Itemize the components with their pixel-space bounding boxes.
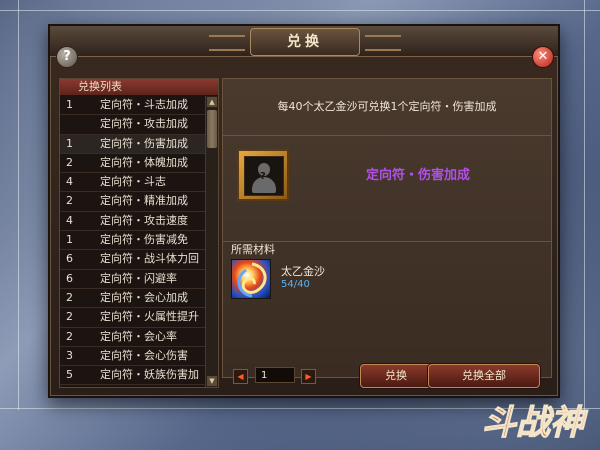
list-item-count: 2 bbox=[66, 194, 73, 208]
list-item-name: 定向符・闪避率 bbox=[100, 271, 177, 285]
list-item[interactable]: 2 定向符・精准加成 bbox=[60, 192, 206, 212]
list-item-count: 1 bbox=[66, 98, 73, 111]
close-button[interactable]: ✕ bbox=[532, 46, 554, 68]
quantity-pager: ◀ 1 ▶ bbox=[233, 366, 363, 386]
list-item[interactable]: 1 定向符・伤害加成 bbox=[60, 134, 206, 154]
list-item-name: 定向符・攻击加成 bbox=[100, 117, 188, 131]
list-item[interactable]: 6 定向符・闪避率 bbox=[60, 270, 206, 289]
list-item-name: 定向符・会心伤害 bbox=[100, 348, 188, 362]
list-item-name: 定向符・伤害加成 bbox=[100, 136, 188, 150]
list-item-count: 2 bbox=[66, 155, 73, 169]
exchange-list: 1 定向符・斗志加成 定向符・攻击加成 1 定向符・伤害加成 2 定向符・体魄加成 4 定向符・… bbox=[60, 96, 206, 387]
list-item-name: 定向符・攻击速度 bbox=[100, 213, 188, 227]
list-item[interactable]: 2 定向符・会心加成 bbox=[60, 289, 206, 309]
list-item[interactable]: 4 定向符・斗志 bbox=[60, 173, 206, 193]
list-item[interactable]: 定向符・攻击加成 bbox=[60, 115, 206, 135]
list-item-count: 1 bbox=[66, 136, 73, 150]
material-count: 54/40 bbox=[281, 279, 310, 290]
list-item-count: 4 bbox=[66, 175, 73, 189]
list-item-count: 1 bbox=[66, 233, 73, 247]
list-item-count: 2 bbox=[66, 310, 73, 324]
list-item-name: 定向符・战斗体力回 bbox=[100, 252, 199, 266]
list-item[interactable]: 5 定向符・妖族伤害加 bbox=[60, 366, 206, 386]
exchange-window: 兑换 ? ✕ 兑换列表 1 定向符・斗志加成 定向符・攻击加成 1 定向符・伤害加成 2 定… bbox=[48, 24, 560, 398]
list-item-name: 定向符・精准加成 bbox=[100, 194, 188, 208]
help-button[interactable]: ? bbox=[56, 46, 78, 68]
list-item[interactable]: 6 定向符・战斗体力回 bbox=[60, 250, 206, 270]
list-item-count: 6 bbox=[66, 271, 73, 285]
title-bar[interactable]: 兑换 bbox=[50, 26, 558, 57]
scroll-thumb[interactable] bbox=[207, 110, 217, 148]
list-item-name: 定向符・会心加成 bbox=[100, 290, 188, 304]
list-item[interactable]: 2 定向符・火属性提升 bbox=[60, 308, 206, 328]
reward-item-slot[interactable]: ? bbox=[237, 149, 289, 201]
list-item-name: 定向符・会心率 bbox=[100, 329, 177, 343]
taiyi-golden-sand-icon[interactable] bbox=[231, 259, 271, 299]
list-item-name: 定向符・体魄加成 bbox=[100, 155, 188, 169]
list-item-count: 2 bbox=[66, 385, 80, 387]
list-item-count: 2 bbox=[66, 329, 73, 343]
list-item[interactable]: 1 定向符・伤害减免 bbox=[60, 231, 206, 251]
list-item-name: 定向符・妖族伤害加 bbox=[100, 368, 199, 382]
unknown-item-icon: ? bbox=[244, 156, 284, 196]
list-item[interactable]: 1 定向符・斗志加成 bbox=[60, 96, 206, 116]
list-item-name: 定向符・斗志加成 bbox=[100, 98, 188, 111]
list-item-count: 5 bbox=[66, 368, 73, 382]
game-logo: 斗战神 bbox=[481, 402, 588, 443]
list-item-name: 定向符・火属性提升 bbox=[100, 310, 199, 324]
window-title: 兑换 bbox=[209, 28, 401, 56]
list-scrollbar[interactable]: ▲ ▼ bbox=[205, 96, 218, 387]
exchange-description: 每40个太乙金沙可兑换1个定向符・伤害加成 bbox=[223, 79, 551, 136]
logo-text: 斗战神 bbox=[482, 403, 588, 443]
quantity-input[interactable]: 1 bbox=[255, 367, 295, 383]
list-item-count: 2 bbox=[66, 290, 73, 304]
exchange-all-button[interactable]: 兑换全部 bbox=[428, 364, 540, 388]
reward-item-name: 定向符・伤害加成 bbox=[365, 168, 470, 183]
list-item[interactable]: 2 定向符・身法加成 bbox=[60, 385, 206, 387]
decrease-arrow-icon[interactable]: ◀ bbox=[233, 369, 248, 384]
list-item-name: 定向符・身法加成 bbox=[100, 385, 188, 387]
list-item[interactable]: 4 定向符・攻击速度 bbox=[60, 212, 206, 232]
list-item[interactable]: 2 定向符・会心率 bbox=[60, 328, 206, 347]
list-header: 兑换列表 bbox=[60, 79, 218, 95]
list-item-count: 3 bbox=[66, 348, 73, 362]
exchange-button[interactable]: 兑换 bbox=[360, 364, 432, 388]
scroll-up-arrow-icon[interactable]: ▲ bbox=[207, 97, 217, 107]
list-item[interactable]: 2 定向符・体魄加成 bbox=[60, 154, 206, 174]
materials-header: 所需材料 bbox=[223, 241, 551, 257]
increase-arrow-icon[interactable]: ▶ bbox=[301, 369, 316, 384]
list-item-count: 4 bbox=[66, 213, 73, 227]
scroll-down-arrow-icon[interactable]: ▼ bbox=[207, 376, 217, 386]
list-item-name: 定向符・斗志 bbox=[100, 175, 166, 189]
list-item-count: 6 bbox=[66, 252, 73, 266]
exchange-list-panel: 兑换列表 1 定向符・斗志加成 定向符・攻击加成 1 定向符・伤害加成 2 定向符・体魄加成… bbox=[59, 78, 219, 388]
detail-panel: 每40个太乙金沙可兑换1个定向符・伤害加成 ? 定向符・伤害加成 所需材料 太乙… bbox=[222, 78, 552, 378]
list-item-name: 定向符・伤害减免 bbox=[100, 233, 188, 247]
list-item[interactable]: 3 定向符・会心伤害 bbox=[60, 347, 206, 367]
material-name: 太乙金沙 bbox=[281, 265, 325, 278]
